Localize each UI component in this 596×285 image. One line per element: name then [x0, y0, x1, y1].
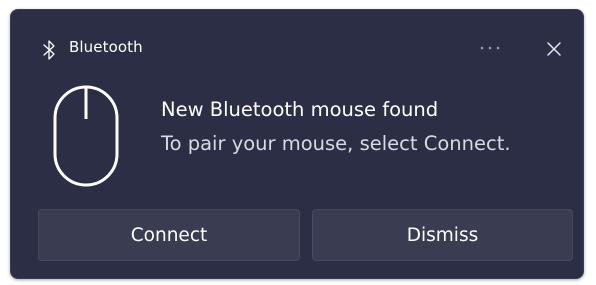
more-options-button[interactable]: [473, 34, 507, 62]
bluetooth-icon: [40, 39, 58, 61]
mouse-icon: [53, 85, 119, 187]
close-button[interactable]: [538, 34, 570, 64]
app-name: Bluetooth: [69, 38, 143, 56]
notification-body: To pair your mouse, select Connect.: [161, 132, 511, 155]
bluetooth-notification-toast: Bluetooth New Bluetooth mouse found To p…: [10, 9, 584, 279]
notification-title: New Bluetooth mouse found: [161, 98, 439, 121]
connect-button[interactable]: Connect: [38, 209, 300, 261]
close-icon: [547, 42, 561, 56]
more-icon: [480, 46, 500, 50]
dismiss-button[interactable]: Dismiss: [312, 209, 573, 261]
toast-header: Bluetooth: [11, 10, 583, 80]
